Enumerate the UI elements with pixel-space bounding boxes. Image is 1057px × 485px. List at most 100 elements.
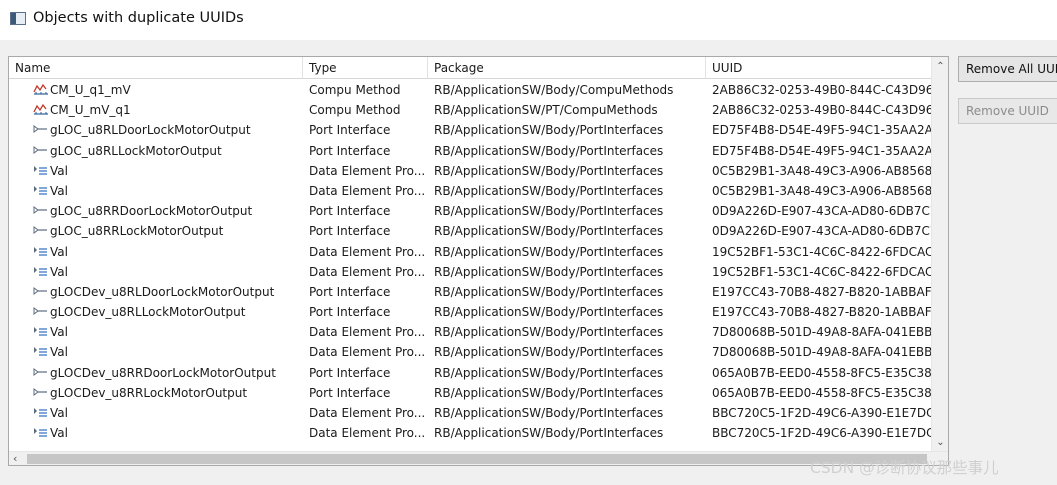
horizontal-scroll-thumb[interactable] [27, 454, 927, 464]
cell-package: RB/ApplicationSW/Body/PortInterfaces [434, 365, 664, 380]
cell-name: Val [9, 423, 303, 443]
row-name: gLOC_u8RRLockMotorOutput [50, 224, 224, 239]
table-row[interactable]: Val Data Element Pro... RB/ApplicationSW/B… [9, 242, 931, 262]
column-header-package[interactable]: Package [428, 57, 706, 79]
row-name: gLOCDev_u8RRDoorLockMotorOutput [50, 365, 276, 380]
table-row[interactable]: Val Data Element Pro... RB/ApplicationSW/B… [9, 181, 931, 201]
port-interface-icon [33, 144, 49, 156]
table-row[interactable]: CM_U_q1_mV Compu Method RB/ApplicationSW/B… [9, 80, 931, 100]
scroll-down-arrow-icon[interactable]: ⌄ [935, 437, 946, 448]
cell-uuid: BBC720C5-1F2D-49C6-A390-E1E7DC0 [712, 426, 931, 441]
table-row[interactable]: gLOCDev_u8RRLockMotorOutput Port Interfac… [9, 383, 931, 403]
cell-name: CM_U_mV_q1 [9, 100, 303, 120]
row-name: Val [50, 163, 68, 178]
cell-uuid: 0C5B29B1-3A48-49C3-A906-AB85685 [712, 163, 931, 178]
cell-package: RB/ApplicationSW/Body/PortInterfaces [434, 143, 664, 158]
cell-type: Port Interface [309, 204, 391, 219]
table-row[interactable]: Val Data Element Pro... RB/ApplicationSW/B… [9, 322, 931, 342]
cell-uuid: 19C52BF1-53C1-4C6C-8422-6FDCAC1 [712, 244, 931, 259]
row-name: gLOC_u8RLDoorLockMotorOutput [50, 123, 251, 138]
cell-uuid: E197CC43-70B8-4827-B820-1ABBAFC [712, 284, 931, 299]
cell-name: gLOCDev_u8RRDoorLockMotorOutput [9, 363, 303, 383]
cell-package: RB/ApplicationSW/Body/PortInterfaces [434, 426, 664, 441]
cell-type: Data Element Pro... [309, 183, 426, 198]
cell-uuid: 0D9A226D-E907-43CA-AD80-6DB7C7 [712, 204, 931, 219]
table-row[interactable]: CM_U_mV_q1 Compu Method RB/ApplicationSW/P… [9, 100, 931, 120]
cell-package: RB/ApplicationSW/Body/PortInterfaces [434, 385, 664, 400]
cell-name: gLOCDev_u8RRLockMotorOutput [9, 383, 303, 403]
column-header-type[interactable]: Type [303, 57, 428, 79]
cell-uuid: 065A0B7B-EED0-4558-8FC5-E35C380 [712, 365, 931, 380]
data-element-icon [33, 325, 49, 337]
cell-package: RB/ApplicationSW/Body/PortInterfaces [434, 224, 664, 239]
table-body: CM_U_q1_mV Compu Method RB/ApplicationSW/B… [9, 80, 931, 453]
cell-package: RB/ApplicationSW/Body/PortInterfaces [434, 284, 664, 299]
table-row[interactable]: gLOCDev_u8RRDoorLockMotorOutput Port Inte… [9, 363, 931, 383]
cell-name: Val [9, 242, 303, 262]
table-row[interactable]: gLOCDev_u8RLDoorLockMotorOutput Port Inte… [9, 282, 931, 302]
cell-package: RB/ApplicationSW/Body/PortInterfaces [434, 305, 664, 320]
cell-package: RB/ApplicationSW/Body/PortInterfaces [434, 345, 664, 360]
watermark: CSDN @诊断协议那些事儿 [810, 459, 999, 477]
table-row[interactable]: Val Data Element Pro... RB/ApplicationSW/B… [9, 403, 931, 423]
row-name: Val [50, 345, 68, 360]
table-row[interactable]: gLOC_u8RRDoorLockMotorOutput Port Interfa… [9, 201, 931, 221]
cell-type: Port Interface [309, 365, 391, 380]
duplicate-uuid-table[interactable]: Name Type Package UUID CM_U_q1_mV Compu M… [8, 56, 949, 466]
cell-type: Data Element Pro... [309, 406, 426, 420]
cell-name: Val [9, 322, 303, 342]
table-row[interactable]: Val Data Element Pro... RB/ApplicationSW/B… [9, 161, 931, 181]
column-header-uuid[interactable]: UUID [706, 57, 931, 79]
data-element-icon [33, 184, 49, 196]
row-name: CM_U_mV_q1 [50, 103, 131, 118]
row-name: gLOCDev_u8RLLockMotorOutput [50, 305, 246, 320]
row-name: Val [50, 426, 68, 441]
cell-package: RB/ApplicationSW/Body/PortInterfaces [434, 244, 664, 259]
table-row[interactable]: Val Data Element Pro... RB/ApplicationSW/B… [9, 262, 931, 282]
port-interface-icon [33, 366, 49, 378]
cell-name: gLOC_u8RLLockMotorOutput [9, 141, 303, 161]
cell-package: RB/ApplicationSW/Body/PortInterfaces [434, 406, 664, 420]
row-name: Val [50, 183, 68, 198]
cell-uuid: ED75F4B8-D54E-49F5-94C1-35AA2A7 [712, 123, 931, 138]
row-name: gLOCDev_u8RLDoorLockMotorOutput [50, 284, 275, 299]
cell-type: Compu Method [309, 103, 401, 118]
scroll-left-arrow-icon[interactable]: ‹ [13, 452, 17, 465]
dialog-title: Objects with duplicate UUIDs [33, 10, 244, 26]
table-row[interactable]: gLOC_u8RLDoorLockMotorOutput Port Interfa… [9, 120, 931, 140]
table-row[interactable]: gLOC_u8RRLockMotorOutput Port Interface RB… [9, 221, 931, 241]
table-header: Name Type Package UUID [9, 57, 931, 79]
port-interface-icon [33, 386, 49, 398]
cell-name: Val [9, 181, 303, 201]
vertical-scrollbar[interactable]: ⌃ ⌄ [931, 57, 948, 451]
horizontal-scrollbar[interactable]: ‹ [9, 451, 948, 465]
table-row[interactable]: gLOCDev_u8RLLockMotorOutput Port Interfac… [9, 302, 931, 322]
port-interface-icon [33, 285, 49, 297]
cell-type: Data Element Pro... [309, 426, 426, 441]
cell-uuid: BBC720C5-1F2D-49C6-A390-E1E7DC0 [712, 406, 931, 420]
cell-type: Port Interface [309, 284, 391, 299]
cell-name: CM_U_q1_mV [9, 80, 303, 100]
cell-name: gLOC_u8RRDoorLockMotorOutput [9, 201, 303, 221]
cell-package: RB/ApplicationSW/Body/PortInterfaces [434, 183, 664, 198]
cell-uuid: ED75F4B8-D54E-49F5-94C1-35AA2A7 [712, 143, 931, 158]
remove-uuid-button[interactable]: Remove UUID [958, 98, 1057, 124]
cell-type: Data Element Pro... [309, 345, 426, 360]
scroll-up-arrow-icon[interactable]: ⌃ [935, 61, 946, 72]
table-row[interactable]: gLOC_u8RLLockMotorOutput Port Interface RB… [9, 141, 931, 161]
cell-uuid: E197CC43-70B8-4827-B820-1ABBAFC [712, 305, 931, 320]
remove-all-uuids-button[interactable]: Remove All UUIDs [958, 56, 1057, 82]
data-element-icon [33, 265, 49, 277]
cell-uuid: 0D9A226D-E907-43CA-AD80-6DB7C7 [712, 224, 931, 239]
column-header-name[interactable]: Name [9, 57, 303, 79]
cell-package: RB/ApplicationSW/Body/PortInterfaces [434, 123, 664, 138]
table-row[interactable]: Val Data Element Pro... RB/ApplicationSW/B… [9, 423, 931, 443]
cell-type: Port Interface [309, 385, 391, 400]
row-name: Val [50, 406, 68, 420]
cell-type: Port Interface [309, 143, 391, 158]
cell-uuid: 2AB86C32-0253-49B0-844C-C43D966 [712, 83, 931, 97]
port-interface-icon [33, 204, 49, 216]
row-name: gLOC_u8RRDoorLockMotorOutput [50, 204, 253, 219]
table-row[interactable]: Val Data Element Pro... RB/ApplicationSW/B… [9, 342, 931, 362]
row-name: gLOCDev_u8RRLockMotorOutput [50, 385, 248, 400]
